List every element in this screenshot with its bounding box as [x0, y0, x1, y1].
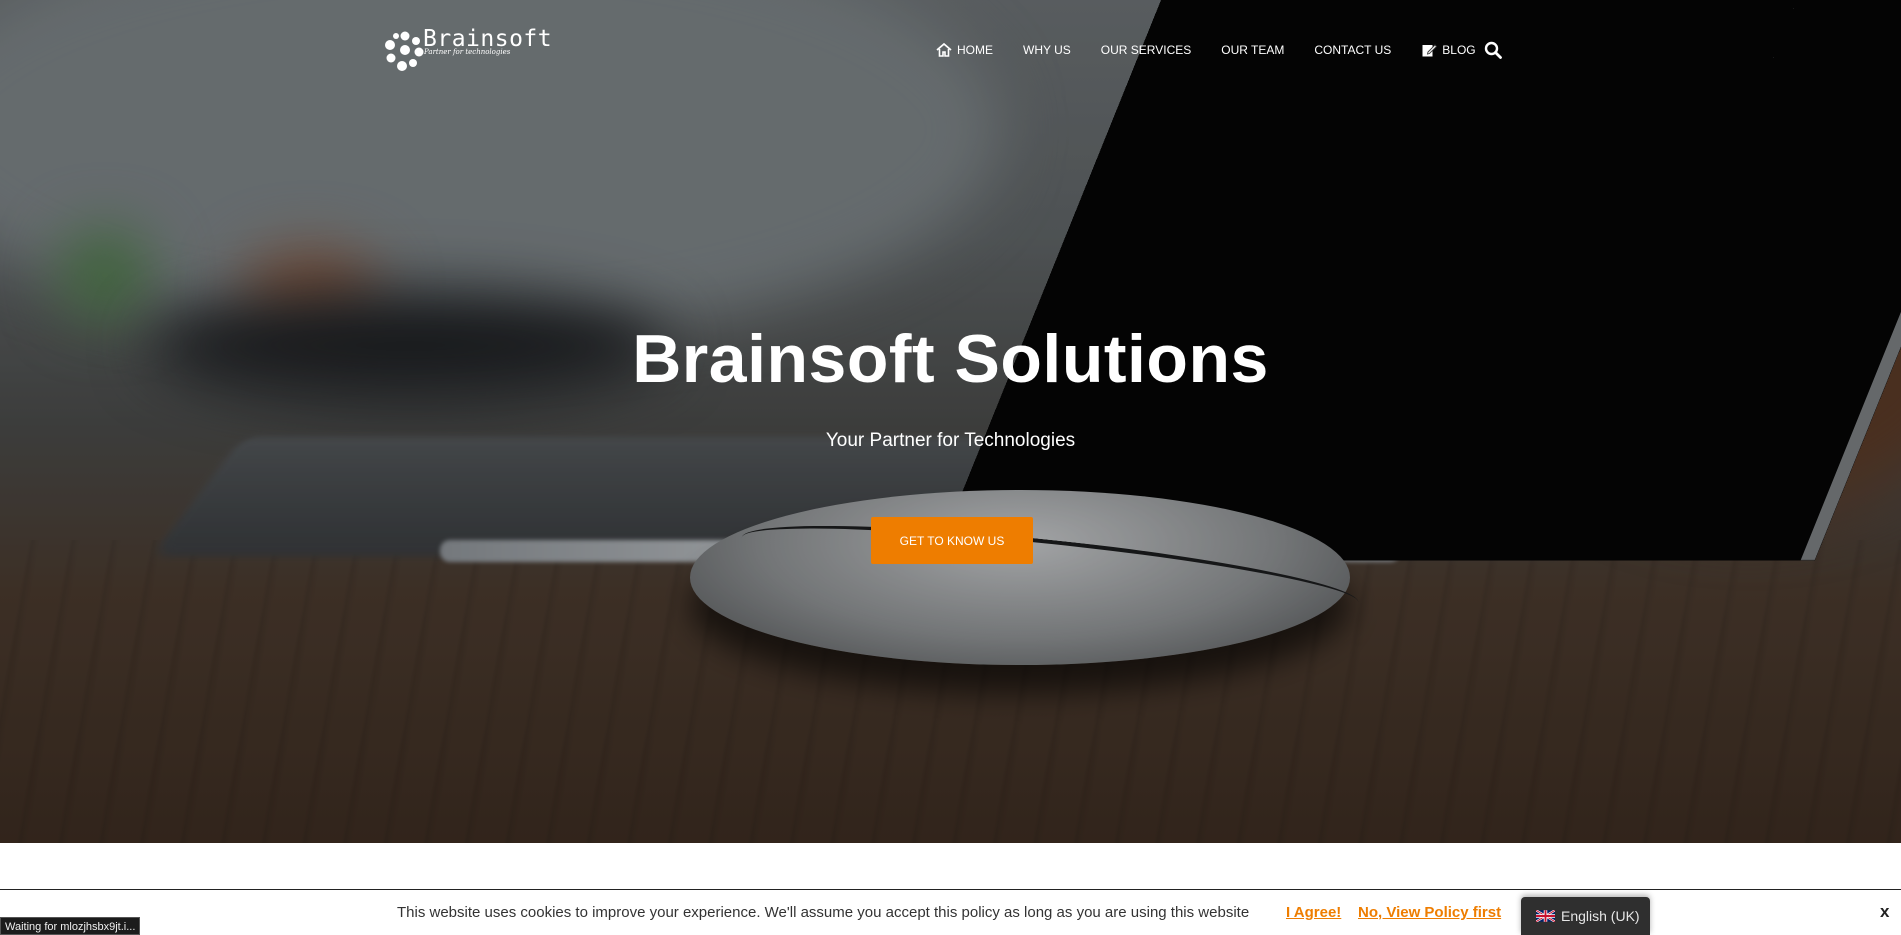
- hero-title: Brainsoft Solutions: [632, 321, 1269, 397]
- hero-overlay: [0, 0, 1901, 843]
- cookie-message: This website uses cookies to improve you…: [397, 904, 1250, 921]
- nav-home[interactable]: HOME: [936, 42, 993, 58]
- search-icon[interactable]: [1484, 41, 1502, 59]
- nav-contact-us[interactable]: CONTACT US: [1314, 43, 1391, 57]
- hero-subtitle: Your Partner for Technologies: [825, 430, 1076, 451]
- hero-section: Brainsoft Partner for technologies HOME …: [0, 0, 1901, 843]
- home-icon: [936, 42, 952, 57]
- browser-status-bar: Waiting for mlozjhsbx9jt.i...: [0, 917, 141, 935]
- edit-icon: [1422, 44, 1438, 57]
- language-label: English (UK): [1561, 908, 1640, 924]
- logo-mark-icon: [385, 31, 424, 71]
- logo-tagline: Partner for technologies: [424, 48, 511, 56]
- nav-blog-label: BLOG: [1442, 43, 1476, 57]
- cookie-close-button[interactable]: x: [1880, 902, 1889, 922]
- cookie-view-policy-link[interactable]: No, View Policy first: [1358, 904, 1501, 921]
- nav-home-label: HOME: [957, 43, 993, 57]
- nav-our-team[interactable]: OUR TEAM: [1221, 43, 1284, 57]
- nav-why-us[interactable]: WHY US: [1023, 43, 1071, 57]
- nav-blog[interactable]: BLOG: [1421, 42, 1476, 58]
- site-logo[interactable]: Brainsoft Partner for technologies: [384, 26, 552, 74]
- main-nav: HOME WHY US OUR SERVICES OUR TEAM CONTAC…: [936, 39, 1506, 61]
- nav-our-services[interactable]: OUR SERVICES: [1101, 43, 1191, 57]
- uk-flag-icon: [1536, 910, 1555, 922]
- get-to-know-us-button[interactable]: GET TO KNOW US: [871, 517, 1033, 564]
- cookie-agree-link[interactable]: I Agree!: [1286, 904, 1341, 921]
- language-switcher[interactable]: English (UK): [1521, 897, 1650, 935]
